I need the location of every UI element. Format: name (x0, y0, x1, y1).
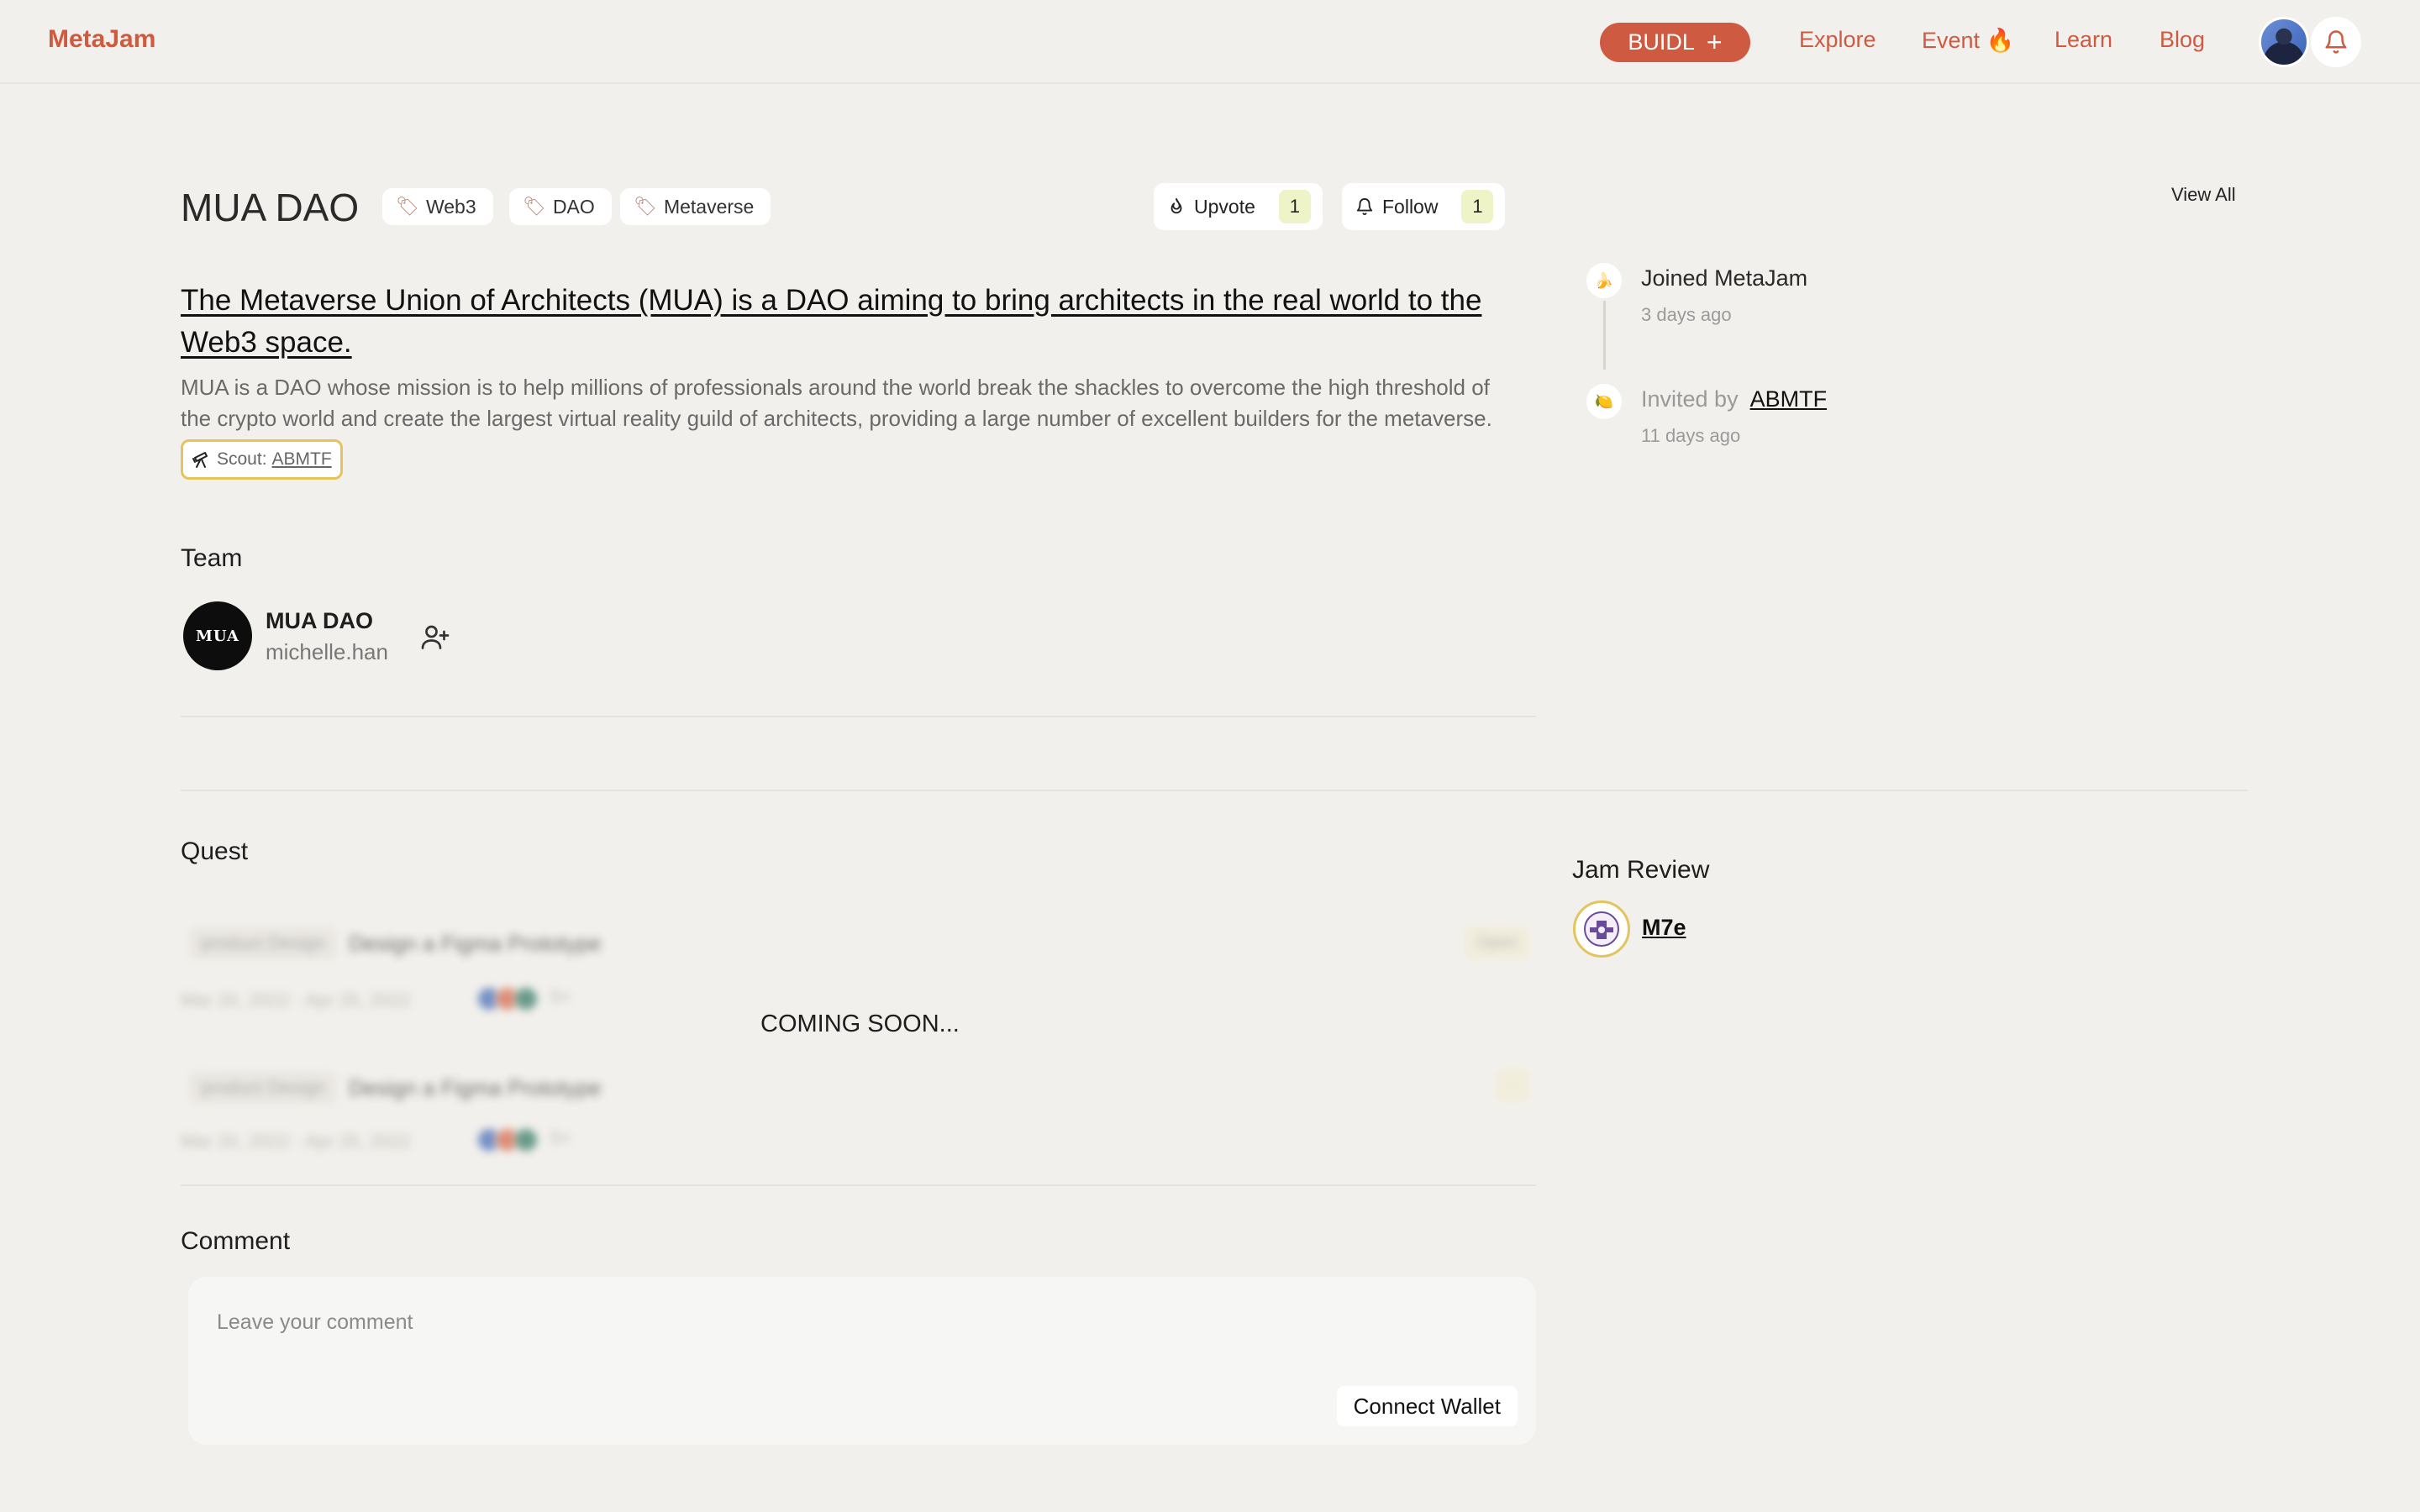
nav-link-blog[interactable]: Blog (2160, 27, 2205, 53)
scout-badge: Scout: ABMTF (181, 439, 343, 480)
telescope-icon (192, 452, 208, 468)
tag-icon: 🏷 (523, 196, 546, 217)
bell-icon (1356, 198, 1373, 216)
activity-text: Invited by ABMTF (1641, 386, 1827, 412)
follow-count: 1 (1461, 190, 1494, 223)
bell-icon (2325, 30, 2347, 54)
follow-label: Follow (1382, 195, 1439, 218)
tag-metaverse[interactable]: 🏷 Metaverse (620, 188, 771, 225)
participant-avatar (513, 1127, 539, 1152)
quest-category: product Design (189, 1072, 337, 1104)
team-avatar[interactable]: MUA (183, 601, 252, 670)
upvote-label: Upvote (1194, 195, 1255, 218)
comment-box: Connect Wallet (188, 1277, 1536, 1445)
inviter-link[interactable]: ABMTF (1750, 386, 1828, 412)
team-logo-text: MUA (195, 627, 240, 645)
banana-icon: 🍌 (1586, 263, 1622, 298)
divider (181, 1184, 1536, 1186)
participant-count: 5+ (550, 986, 572, 1007)
activity-prefix: Invited by (1641, 386, 1739, 412)
team-member-name[interactable]: MUA DAO (266, 608, 373, 634)
team-heading: Team (181, 544, 243, 572)
activity-time: 11 days ago (1641, 425, 1741, 446)
flame-icon (1171, 197, 1182, 214)
view-all-link[interactable]: View All (2171, 184, 2236, 206)
divider (181, 790, 2248, 791)
team-member-username: michelle.han (266, 639, 388, 664)
scout-link[interactable]: ABMTF (272, 449, 332, 470)
tag-icon: 🏷 (396, 196, 419, 217)
quest-status: Open (1465, 926, 1529, 959)
user-plus-icon (421, 625, 450, 649)
project-headline[interactable]: The Metaverse Union of Architects (MUA) … (181, 280, 1534, 364)
activity-time: 3 days ago (1641, 304, 1732, 325)
quest-participants: 5+ (476, 1127, 572, 1152)
upvote-button[interactable]: Upvote 1 (1154, 183, 1323, 230)
quest-status (1496, 1068, 1529, 1102)
activity-text: Joined MetaJam (1641, 265, 1808, 291)
nav-link-explore[interactable]: Explore (1799, 27, 1876, 53)
connect-wallet-button[interactable]: Connect Wallet (1336, 1386, 1518, 1426)
participant-avatar (513, 986, 539, 1011)
scout-label: Scout: (217, 449, 267, 469)
buidl-button[interactable]: BUIDL + (1600, 23, 1750, 62)
follow-button[interactable]: Follow 1 (1342, 183, 1506, 230)
tag-icon: 🏷 (634, 196, 657, 217)
quest-category: product Design (189, 927, 337, 959)
top-navbar: MetaJam BUIDL + Explore Event 🔥 Learn Bl… (0, 0, 2420, 84)
tag-label: DAO (552, 195, 595, 218)
upvote-count: 1 (1278, 190, 1311, 223)
notifications-button[interactable] (2311, 17, 2361, 67)
timeline-line (1603, 301, 1606, 370)
logo[interactable]: MetaJam (48, 25, 155, 54)
coming-soon-overlay: COMING SOON... (760, 1011, 960, 1037)
quest-participants: 5+ (476, 986, 572, 1011)
nav-link-event[interactable]: Event 🔥 (1922, 27, 2014, 54)
plus-icon: + (1706, 26, 1723, 57)
buidl-label: BUIDL (1628, 29, 1695, 55)
add-member-button[interactable] (420, 622, 450, 656)
tag-label: Web3 (425, 195, 476, 218)
tag-label: Metaverse (663, 195, 755, 218)
comment-input[interactable] (217, 1310, 1225, 1335)
nav-link-learn[interactable]: Learn (2054, 27, 2112, 53)
project-title: MUA DAO (181, 186, 360, 229)
quest-title: Design a Figma Prototype (349, 931, 602, 956)
reviewer-name-link[interactable]: M7e (1642, 915, 1686, 941)
jam-review-heading: Jam Review (1572, 856, 1710, 884)
user-avatar[interactable] (2259, 17, 2309, 67)
reviewer-logo-icon (1584, 911, 1619, 947)
comment-heading: Comment (181, 1227, 291, 1255)
quest-date: Mar 20, 2022 - Apr 20, 2022 (181, 1131, 411, 1152)
lemon-icon: 🍋 (1586, 384, 1622, 419)
quest-title: Design a Figma Prototype (349, 1075, 602, 1100)
tag-web3[interactable]: 🏷 Web3 (382, 188, 493, 225)
quest-list: product Design Design a Figma Prototype … (181, 907, 1538, 1176)
participant-count: 5+ (550, 1127, 572, 1148)
divider (181, 716, 1536, 717)
tag-dao[interactable]: 🏷 DAO (509, 188, 612, 225)
reviewer-avatar[interactable] (1573, 900, 1630, 958)
quest-date: Mar 20, 2022 - Apr 20, 2022 (181, 990, 411, 1011)
quest-heading: Quest (181, 837, 249, 865)
project-description: MUA is a DAO whose mission is to help mi… (181, 375, 1492, 431)
